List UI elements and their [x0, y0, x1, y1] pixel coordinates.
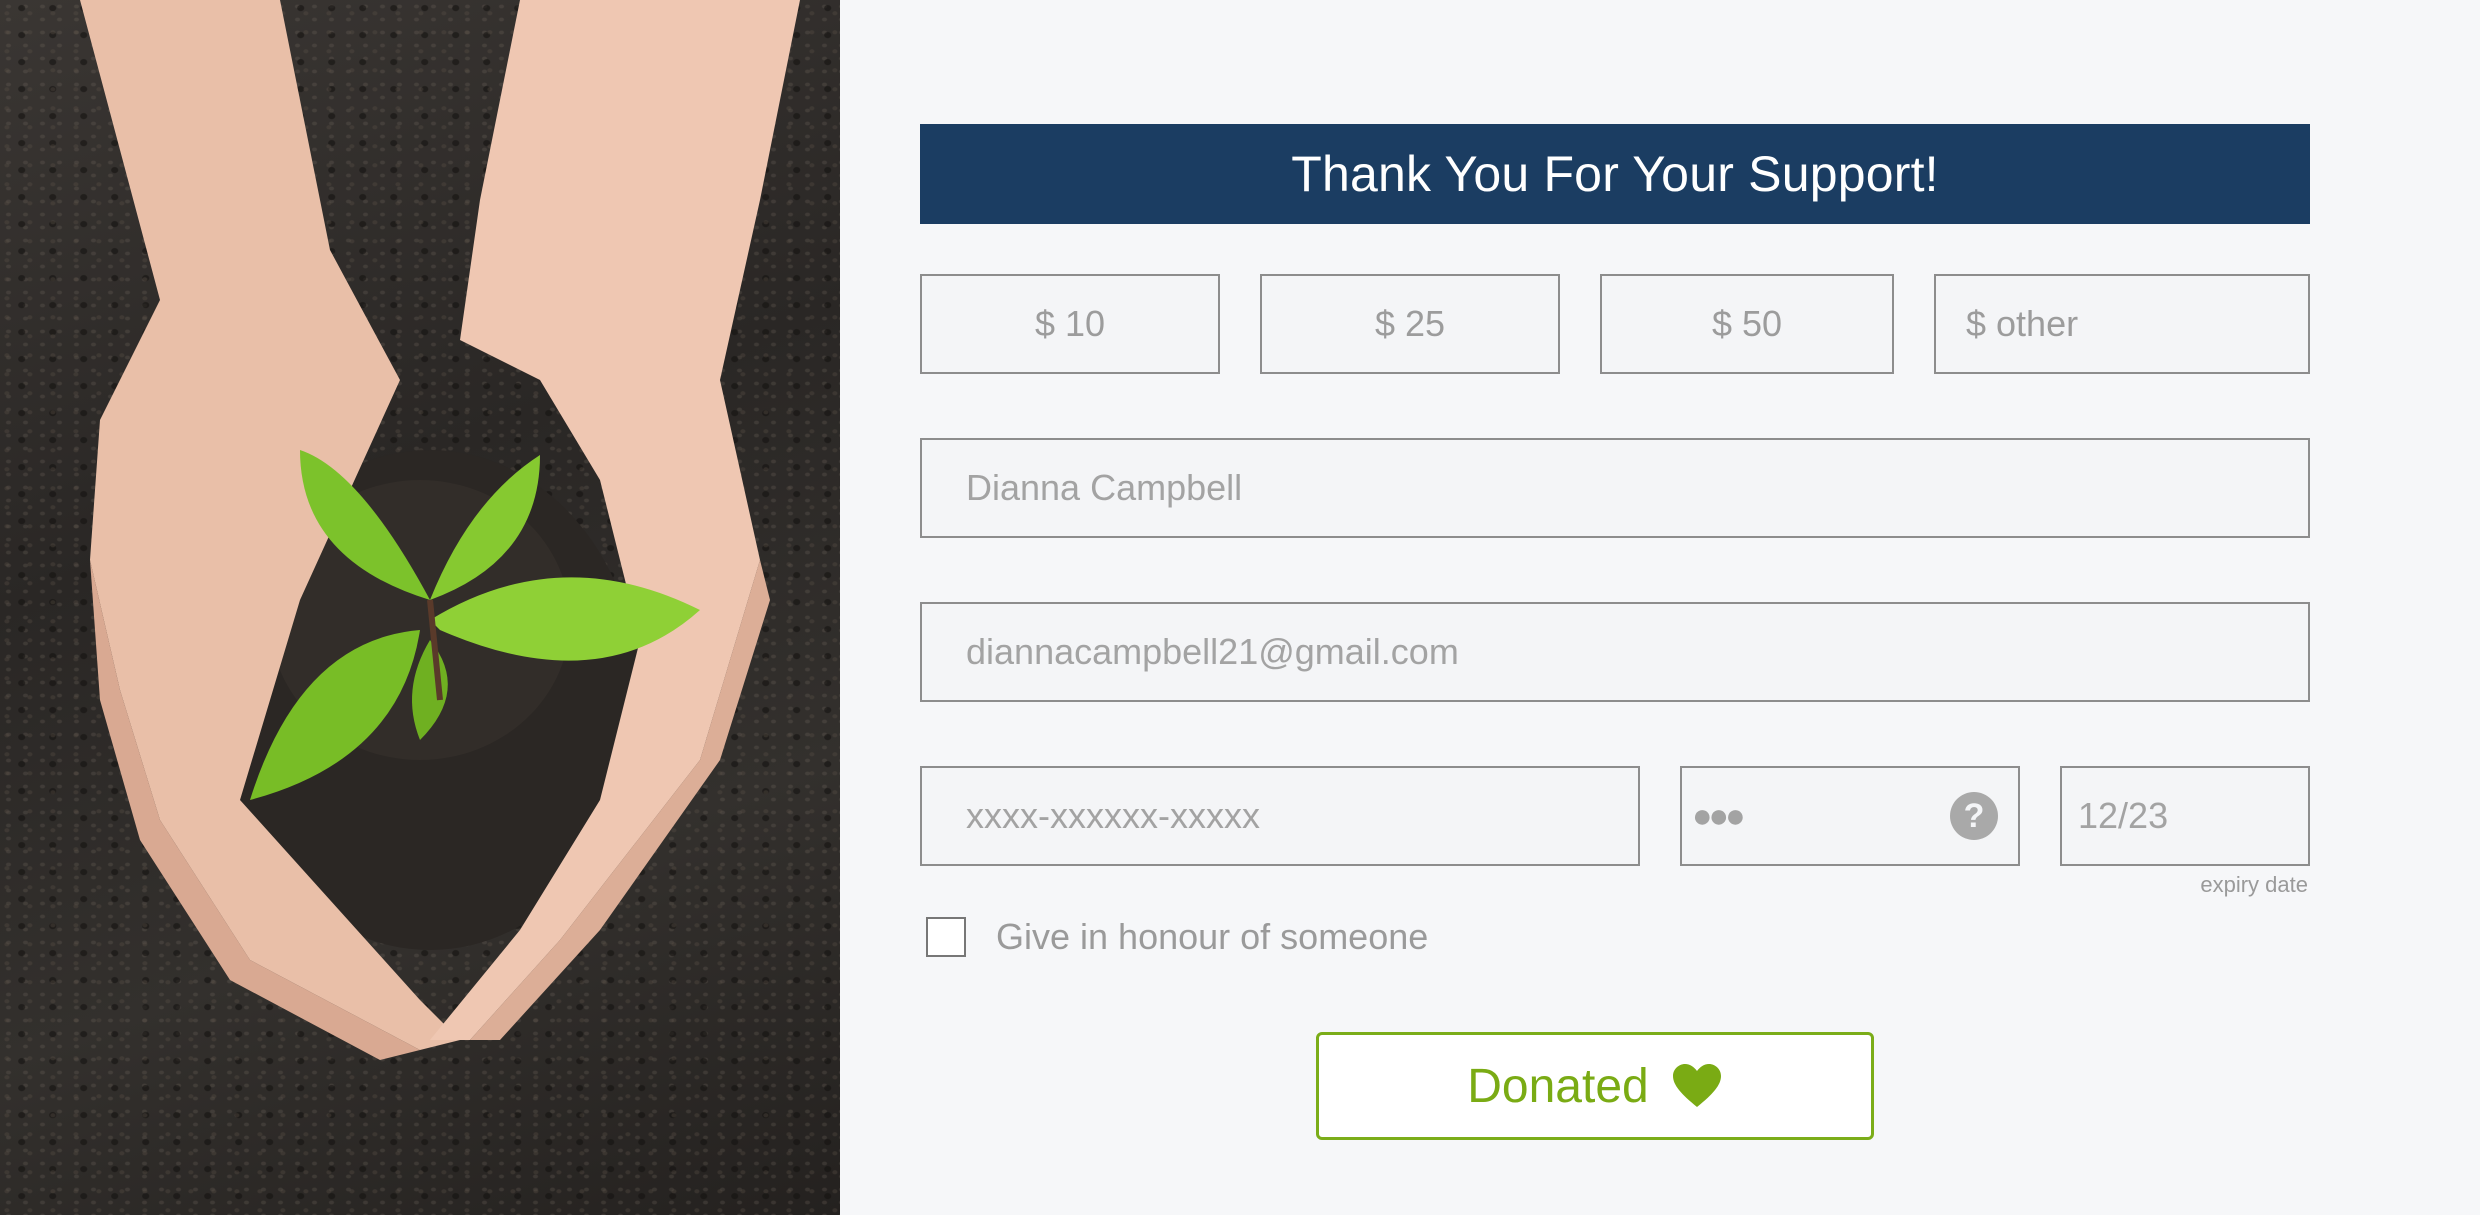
expiry-label: expiry date	[2200, 872, 2308, 897]
name-field[interactable]: Dianna Campbell	[920, 438, 2310, 538]
seedling-illustration	[80, 0, 800, 1060]
email-value: diannacampbell21@gmail.com	[966, 631, 1459, 672]
amount-other-input[interactable]: $ other	[1934, 274, 2310, 374]
card-number-placeholder: xxxx-xxxxxx-xxxxx	[966, 795, 1260, 836]
cvv-field[interactable]: ●●● ?	[1680, 766, 2020, 866]
hands-holding-seedling-photo	[0, 0, 840, 1215]
amount-label: $ 25	[1374, 303, 1446, 344]
expiry-field[interactable]: 12/23	[2060, 766, 2310, 866]
amount-10-button[interactable]: $ 10	[920, 274, 1220, 374]
amount-label: $ 50	[1711, 303, 1783, 344]
donated-button-label: Donated	[1467, 1059, 1649, 1113]
name-value: Dianna Campbell	[966, 467, 1243, 508]
help-icon[interactable]: ?	[1950, 792, 1998, 840]
card-number-field[interactable]: xxxx-xxxxxx-xxxxx	[920, 766, 1640, 866]
amount-50-button[interactable]: $ 50	[1600, 274, 1894, 374]
amount-label: $ 10	[1034, 303, 1106, 344]
expiry-value: 12/23	[2078, 795, 2169, 836]
form-title: Thank You For Your Support!	[920, 124, 2310, 224]
honour-label: Give in honour of someone	[996, 916, 1429, 957]
honour-checkbox[interactable]	[926, 917, 966, 957]
amount-25-button[interactable]: $ 25	[1260, 274, 1560, 374]
form-title-text: Thank You For Your Support!	[1291, 146, 1939, 202]
heart-icon	[1672, 1064, 1721, 1107]
cvv-value: ●●●	[1692, 796, 1746, 835]
email-field[interactable]: diannacampbell21@gmail.com	[920, 602, 2310, 702]
donated-button[interactable]: Donated	[1316, 1032, 1874, 1140]
amount-other-label: $ other	[1966, 303, 2079, 344]
